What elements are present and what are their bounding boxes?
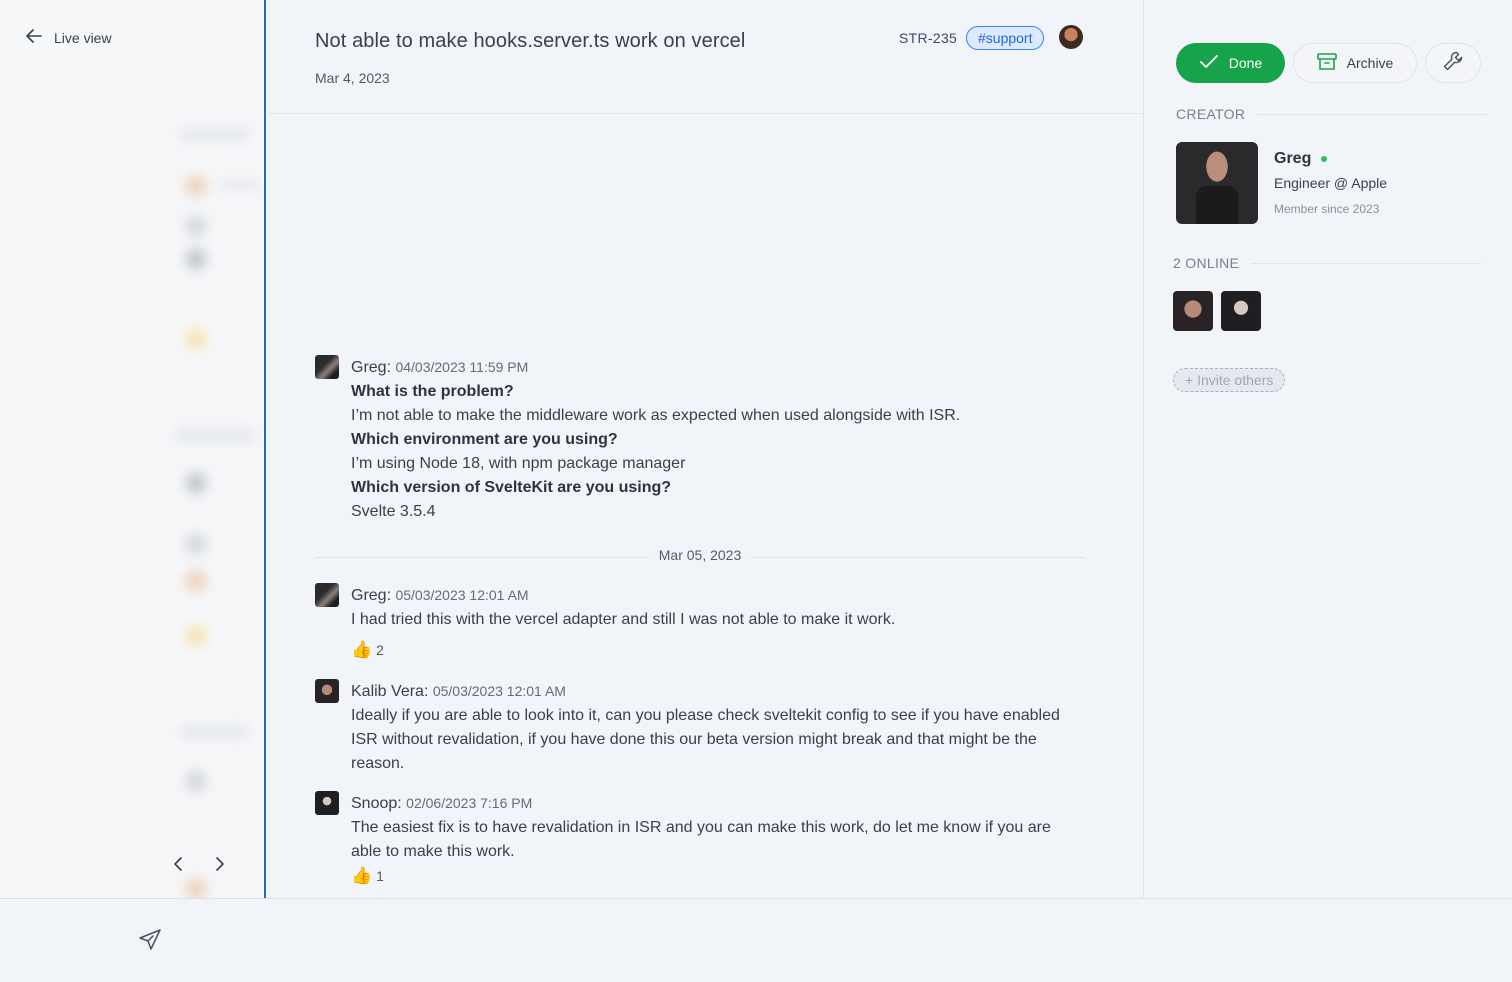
archive-button-label: Archive xyxy=(1346,55,1394,71)
message-time: 05/03/2023 12:01 AM xyxy=(432,683,566,699)
creator-avatar xyxy=(1176,142,1258,224)
message-line: I’m not able to make the middleware work… xyxy=(351,407,961,424)
pager xyxy=(168,852,230,876)
reaction[interactable]: 👍 1 xyxy=(351,864,384,888)
blurred-ticket-list xyxy=(0,0,264,898)
ticket-list-panel: Live view xyxy=(0,0,266,898)
arrow-left-icon xyxy=(24,26,44,49)
back-link-label: Live view xyxy=(54,29,112,46)
ticket-date: Mar 4, 2023 xyxy=(315,70,390,86)
ticket-header: Not able to make hooks.server.ts work on… xyxy=(268,0,1144,114)
message: Snoop: 02/06/2023 7:16 PM The easiest fi… xyxy=(315,791,1075,889)
message-composer xyxy=(0,898,1512,982)
message: Kalib Vera: 05/03/2023 12:01 AM Ideally … xyxy=(315,679,1075,776)
invite-others-button[interactable]: + Invite others xyxy=(1173,368,1286,392)
message: Greg: 04/03/2023 11:59 PM What is the pr… xyxy=(315,355,1075,524)
creator-section-label: CREATOR xyxy=(1176,106,1246,122)
online-section-header: 2 ONLINE xyxy=(1173,255,1482,271)
avatar xyxy=(315,583,339,607)
online-status-icon xyxy=(1321,156,1328,162)
date-divider-label: Mar 05, 2023 xyxy=(648,547,752,563)
done-button-label: Done xyxy=(1228,55,1263,71)
message-line: Which version of SvelteKit are you using… xyxy=(351,479,672,496)
avatar xyxy=(315,355,339,379)
details-panel: Done Archive CREATOR Greg Engineer @ App… xyxy=(1144,0,1512,898)
reaction-count: 1 xyxy=(376,868,384,884)
chevron-right-icon[interactable] xyxy=(210,852,230,876)
online-section-label: 2 ONLINE xyxy=(1173,255,1240,271)
message-text: I had tried this with the vercel adapter… xyxy=(351,611,896,628)
done-button[interactable]: Done xyxy=(1176,43,1285,83)
online-user-avatar[interactable] xyxy=(1221,291,1261,331)
back-link[interactable]: Live view xyxy=(24,26,112,49)
message-text: Ideally if you are able to look into it,… xyxy=(351,707,1060,772)
online-user-avatar[interactable] xyxy=(1173,291,1213,331)
send-icon[interactable] xyxy=(138,928,162,952)
message-line: Which environment are you using? xyxy=(351,431,618,448)
thumbs-up-icon: 👍 xyxy=(351,640,373,659)
message: Greg: 05/03/2023 12:01 AM I had tried th… xyxy=(315,583,1075,663)
settings-button[interactable] xyxy=(1425,43,1481,83)
reaction-count: 2 xyxy=(376,642,384,658)
ticket-tag[interactable]: #support xyxy=(966,26,1045,50)
message-time: 04/03/2023 11:59 PM xyxy=(395,359,529,375)
divider xyxy=(1257,113,1488,115)
archive-button[interactable]: Archive xyxy=(1293,43,1417,83)
creator-name: Greg xyxy=(1274,150,1312,167)
date-divider: Mar 05, 2023 xyxy=(315,547,1085,563)
avatar xyxy=(315,679,339,703)
chevron-left-icon[interactable] xyxy=(168,852,188,876)
ticket-id: STR-235 xyxy=(899,30,958,46)
creator-role: Engineer @ Apple xyxy=(1274,175,1388,191)
message-line: I’m using Node 18, with npm package mana… xyxy=(351,455,686,472)
avatar xyxy=(315,791,339,815)
check-icon xyxy=(1199,54,1219,73)
message-author: Kalib Vera: xyxy=(351,683,429,700)
assignee-avatar[interactable] xyxy=(1059,25,1083,49)
message-author: Greg: xyxy=(351,359,392,376)
message-author: Greg: xyxy=(351,587,392,604)
reaction[interactable]: 👍 2 xyxy=(351,638,384,662)
message-line: Svelte 3.5.4 xyxy=(351,503,436,520)
message-line: What is the problem? xyxy=(351,383,514,400)
creator-member-since: Member since 2023 xyxy=(1274,202,1380,216)
ticket-title: Not able to make hooks.server.ts work on… xyxy=(315,30,746,52)
creator-section-header: CREATOR xyxy=(1176,106,1488,122)
message-time: 05/03/2023 12:01 AM xyxy=(395,587,529,603)
archive-icon xyxy=(1316,52,1337,74)
wrench-icon xyxy=(1442,50,1464,77)
ticket-thread: Not able to make hooks.server.ts work on… xyxy=(268,0,1144,898)
thumbs-up-icon: 👍 xyxy=(351,866,373,885)
message-text: The easiest fix is to have revalidation … xyxy=(351,819,1051,860)
message-time: 02/06/2023 7:16 PM xyxy=(406,795,533,811)
divider xyxy=(1251,262,1482,264)
message-author: Snoop: xyxy=(351,795,402,812)
creator-name-row: Greg xyxy=(1274,150,1328,168)
